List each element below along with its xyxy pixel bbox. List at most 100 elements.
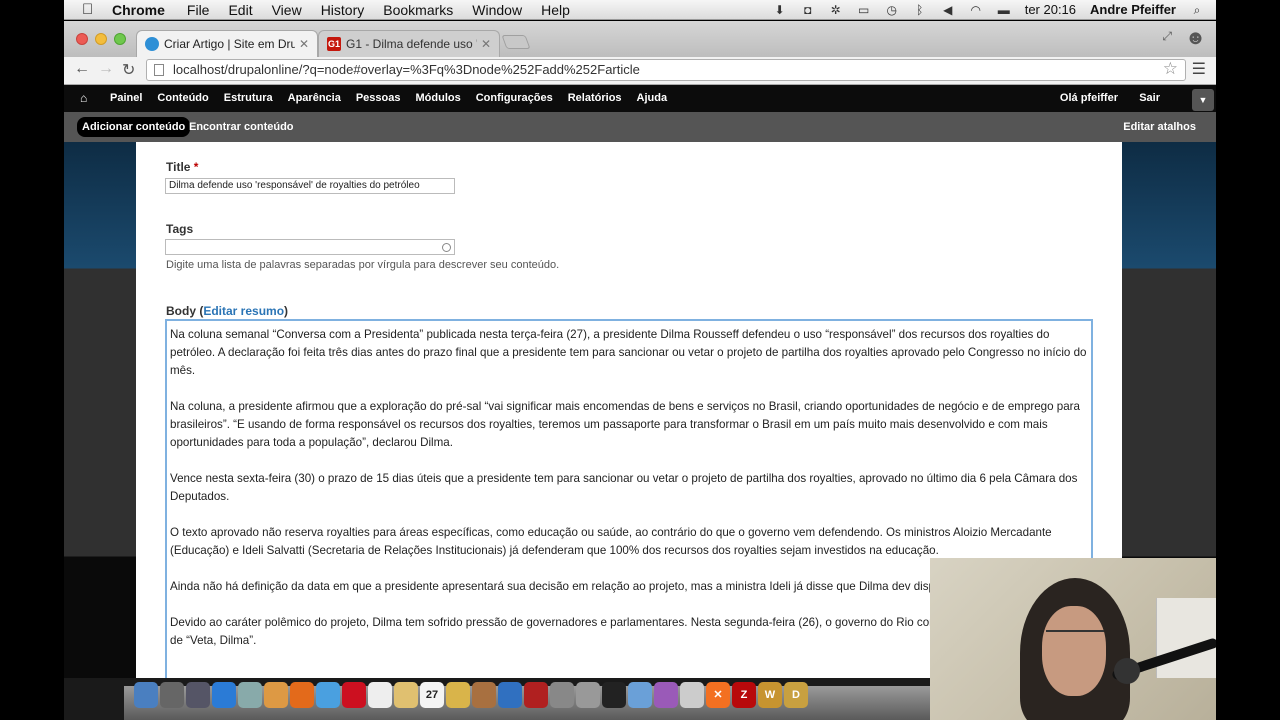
- title-field[interactable]: Dilma defende uso 'responsável' de royal…: [165, 178, 455, 194]
- admin-link-configuracoes[interactable]: Configurações: [476, 92, 553, 104]
- chrome-icon[interactable]: [264, 682, 288, 708]
- activity-icon[interactable]: [680, 682, 704, 708]
- volume-icon[interactable]: ◀: [941, 4, 955, 16]
- app-store-icon[interactable]: [212, 682, 236, 708]
- user-account-link[interactable]: Olá pfeiffer: [1060, 92, 1118, 104]
- photo-booth-icon[interactable]: [524, 682, 548, 708]
- back-icon[interactable]: ←: [74, 60, 90, 78]
- filezilla-icon[interactable]: Z: [732, 682, 756, 708]
- close-tab-icon[interactable]: ✕: [481, 37, 491, 51]
- download-icon[interactable]: ⬇: [773, 4, 787, 16]
- apple-menu-icon[interactable]: : [82, 1, 98, 18]
- battery-icon[interactable]: ▬: [997, 4, 1011, 16]
- spotlight-search-icon[interactable]: ⌕: [1190, 4, 1204, 16]
- admin-link-pessoas[interactable]: Pessoas: [356, 92, 401, 104]
- mission-control-icon[interactable]: [186, 682, 210, 708]
- body-paragraph: O texto aprovado não reserva royalties p…: [170, 526, 1052, 557]
- menu-history[interactable]: History: [321, 2, 365, 18]
- forward-icon[interactable]: →: [98, 60, 114, 78]
- calendar-icon[interactable]: 27: [420, 682, 444, 708]
- tags-field[interactable]: [165, 239, 455, 255]
- xampp-icon[interactable]: ✕: [706, 682, 730, 708]
- edit-shortcuts-link[interactable]: Editar atalhos: [1123, 121, 1196, 133]
- ball-icon[interactable]: [654, 682, 678, 708]
- admin-link-ajuda[interactable]: Ajuda: [637, 92, 668, 104]
- preview-icon[interactable]: [238, 682, 262, 708]
- close-window-button[interactable]: [76, 33, 88, 45]
- menu-file[interactable]: File: [187, 2, 210, 18]
- time-machine-icon[interactable]: ◷: [885, 4, 899, 16]
- wifi-icon[interactable]: ◠: [969, 4, 983, 16]
- admin-link-aparencia[interactable]: Aparência: [288, 92, 341, 104]
- virtualbox-icon[interactable]: [628, 682, 652, 708]
- admin-link-relatorios[interactable]: Relatórios: [568, 92, 622, 104]
- tab-g1[interactable]: G1 G1 - Dilma defende uso 'res ✕: [318, 30, 500, 57]
- edit-summary-link[interactable]: Editar resumo: [203, 304, 284, 318]
- launchpad-icon[interactable]: [160, 682, 184, 708]
- address-bar[interactable]: localhost/drupalonline/?q=node#overlay=%…: [146, 59, 1186, 81]
- required-marker: *: [193, 160, 199, 174]
- wordpress-icon[interactable]: W: [758, 682, 782, 708]
- menu-extras: ⬇ ◘ ✲ ▭ ◷ ᛒ ◀ ◠ ▬ ter 20:16 Andre Pfeiff…: [773, 2, 1204, 17]
- sync-icon[interactable]: ✲: [829, 4, 843, 16]
- bluetooth-icon[interactable]: ᛒ: [913, 4, 927, 16]
- body-label: Body (Editar resumo): [166, 304, 289, 318]
- menu-clock[interactable]: ter 20:16: [1025, 2, 1076, 17]
- menu-user[interactable]: Andre Pfeiffer: [1090, 2, 1176, 17]
- screen:  Chrome File Edit View History Bookmark…: [0, 0, 1280, 720]
- microphone-icon: [1114, 658, 1140, 684]
- toggle-drawer-icon[interactable]: ▼: [1192, 89, 1214, 111]
- drupal-dock-icon[interactable]: D: [784, 682, 808, 708]
- finder-icon[interactable]: [134, 682, 158, 708]
- tab-criar-artigo[interactable]: Criar Artigo | Site em Drupal ✕: [136, 30, 318, 57]
- url-text: localhost/drupalonline/?q=node#overlay=%…: [173, 62, 640, 77]
- body-paragraph: Vence nesta sexta-feira (30) o prazo de …: [170, 472, 1078, 503]
- webcam-person-face: [1042, 606, 1106, 696]
- admin-link-conteudo[interactable]: Conteúdo: [157, 92, 208, 104]
- zoom-window-button[interactable]: [114, 33, 126, 45]
- reload-icon[interactable]: ↻: [122, 60, 135, 80]
- textedit-icon[interactable]: [368, 682, 392, 708]
- itunes-icon[interactable]: [498, 682, 522, 708]
- home-icon[interactable]: ⌂: [80, 91, 87, 105]
- menu-edit[interactable]: Edit: [228, 2, 252, 18]
- mac-menu-bar:  Chrome File Edit View History Bookmark…: [64, 0, 1216, 20]
- close-tab-icon[interactable]: ✕: [299, 37, 309, 51]
- shortcut-add-content[interactable]: Adicionar conteúdo: [77, 117, 191, 137]
- webcam-wall: [1156, 598, 1216, 678]
- display-icon[interactable]: ▭: [857, 4, 871, 16]
- camera-icon[interactable]: ◘: [801, 4, 815, 16]
- notes-icon[interactable]: [394, 682, 418, 708]
- admin-link-painel[interactable]: Painel: [110, 92, 142, 104]
- bookmark-star-icon[interactable]: ☆: [1163, 59, 1178, 79]
- menu-icon[interactable]: ☰: [1192, 59, 1206, 79]
- minimize-window-button[interactable]: [95, 33, 107, 45]
- safari-icon[interactable]: [316, 682, 340, 708]
- menu-view[interactable]: View: [272, 2, 302, 18]
- tags-label: Tags: [166, 222, 194, 236]
- stickies-icon[interactable]: [446, 682, 470, 708]
- shortcut-bar: Adicionar conteúdo Encontrar conteúdo Ed…: [64, 112, 1216, 142]
- dock-icons: 27 ✕ Z W D: [134, 682, 808, 708]
- admin-link-estrutura[interactable]: Estrutura: [224, 92, 273, 104]
- garageband-icon[interactable]: [472, 682, 496, 708]
- menu-app-name[interactable]: Chrome: [112, 2, 165, 18]
- admin-link-modulos[interactable]: Módulos: [416, 92, 461, 104]
- system-preferences-icon[interactable]: [576, 682, 600, 708]
- logout-link[interactable]: Sair: [1139, 92, 1160, 104]
- webcam-overlay: [930, 558, 1216, 720]
- iphoto-icon[interactable]: [550, 682, 574, 708]
- shortcut-find-content[interactable]: Encontrar conteúdo: [189, 121, 294, 133]
- tags-description: Digite uma lista de palavras separadas p…: [166, 259, 560, 271]
- menu-window[interactable]: Window: [472, 2, 522, 18]
- fullscreen-icon[interactable]: ⤢: [1162, 29, 1172, 44]
- terminal-icon[interactable]: [602, 682, 626, 708]
- tab-title: G1 - Dilma defende uso 'res: [346, 37, 477, 51]
- opera-icon[interactable]: [342, 682, 366, 708]
- menu-help[interactable]: Help: [541, 2, 570, 18]
- firefox-icon[interactable]: [290, 682, 314, 708]
- browser-toolbar: ← → ↻ localhost/drupalonline/?q=node#ove…: [64, 57, 1216, 85]
- incognito-icon: ☻: [1184, 27, 1206, 49]
- new-tab-button[interactable]: [501, 35, 531, 49]
- menu-bookmarks[interactable]: Bookmarks: [383, 2, 453, 18]
